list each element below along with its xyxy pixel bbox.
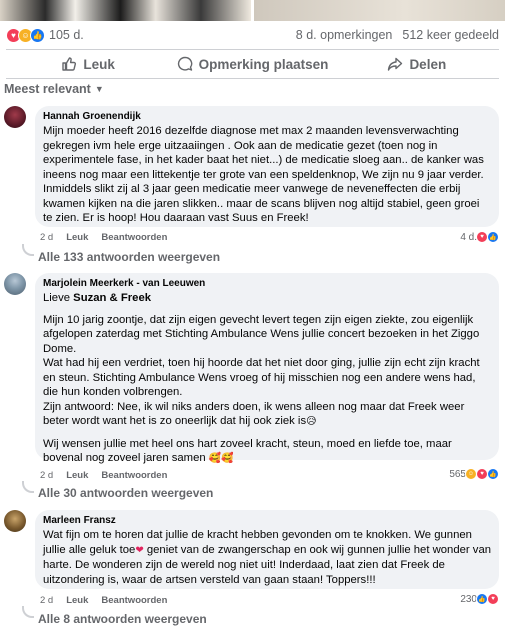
like-button[interactable]: Leuk xyxy=(6,56,170,72)
view-replies-link[interactable]: Alle 133 antwoorden weergeven xyxy=(38,250,220,264)
comment-author[interactable]: Hannah Groenendijk xyxy=(43,111,491,123)
comment-button[interactable]: Opmerking plaatsen xyxy=(170,56,334,72)
comment-timestamp[interactable]: 2 d xyxy=(40,232,53,243)
comment-reply-link[interactable]: Beantwoorden xyxy=(101,595,167,606)
comment-bubble-icon xyxy=(177,56,192,71)
comment-paragraph: Zijn antwoord: Nee, ik wil niks anders d… xyxy=(43,400,491,430)
view-replies-label: Alle 133 antwoorden weergeven xyxy=(38,250,221,264)
thread-connector xyxy=(22,244,34,256)
share-arrow-icon xyxy=(388,57,403,71)
share-button[interactable]: Delen xyxy=(335,56,499,72)
like-reaction-icon: 👍 xyxy=(487,468,499,480)
hearts-face-icon: 🥰🥰 xyxy=(208,453,234,464)
comment-reaction-count: 565 xyxy=(449,468,466,480)
comment-sort-dropdown[interactable]: Meest relevant ▼ xyxy=(4,82,104,96)
like-button-label: Leuk xyxy=(83,56,115,72)
comment-reaction-count: 4 d. xyxy=(460,231,477,243)
share-button-label: Delen xyxy=(409,56,447,72)
comment-author[interactable]: Marleen Fransz xyxy=(43,515,491,527)
comment-reactions[interactable]: 230 👍 ♥ xyxy=(460,593,499,605)
reaction-summary: ♥ ☺ 👍 105 d. 8 d. opmerkingen 512 keer g… xyxy=(6,26,499,44)
shares-count[interactable]: 512 keer gedeeld xyxy=(402,28,499,42)
chevron-down-icon: ▼ xyxy=(94,84,104,94)
comment-reply-link[interactable]: Beantwoorden xyxy=(101,232,167,243)
comment-like-link[interactable]: Leuk xyxy=(66,470,88,481)
comment-like-link[interactable]: Leuk xyxy=(66,595,88,606)
view-replies-label: Alle 8 antwoorden weergeven xyxy=(38,612,207,626)
post-image-strip[interactable] xyxy=(0,0,505,21)
thumbs-up-icon xyxy=(62,57,77,71)
mention-names[interactable]: Suzan & Freek xyxy=(73,292,151,304)
comment-bubble: Marleen Fransz Wat fijn om te horen dat … xyxy=(35,510,499,589)
view-replies-label: Alle 30 antwoorden weergeven xyxy=(38,486,214,500)
comment-timestamp[interactable]: 2 d xyxy=(40,470,53,481)
comment-text: Lieve Suzan & Freek Mijn 10 jarig zoontj… xyxy=(43,291,491,467)
greeting-prefix: Lieve xyxy=(43,292,74,304)
like-reaction-icon: 👍 xyxy=(30,27,45,43)
comment-item: Marjolein Meerkerk - van Leeuwen Lieve S… xyxy=(4,273,499,503)
comment-paragraph: Wat had hij een verdriet, toen hij hoord… xyxy=(43,357,480,398)
comment-bubble: Marjolein Meerkerk - van Leeuwen Lieve S… xyxy=(35,273,499,464)
comment-paragraph: Wij wensen jullie met heel ons hart zove… xyxy=(43,437,491,467)
comment-greeting: Lieve Suzan & Freek xyxy=(43,291,491,306)
comment-reaction-count: 230 xyxy=(460,593,477,605)
comment-bubble: Hannah Groenendijk Mijn moeder heeft 201… xyxy=(35,106,499,227)
comment-text: Wat fijn om te horen dat jullie de krach… xyxy=(43,528,491,587)
sort-label: Meest relevant xyxy=(4,82,91,96)
thread-connector xyxy=(22,481,34,493)
comment-paragraph-text: Wij wensen jullie met heel ons hart zove… xyxy=(43,437,452,465)
comment-item: Marleen Fransz Wat fijn om te horen dat … xyxy=(4,510,499,632)
comment-text: Mijn moeder heeft 2016 dezelfde diagnose… xyxy=(43,125,484,224)
view-replies-link[interactable]: Alle 8 antwoorden weergeven xyxy=(38,612,207,626)
comment-like-link[interactable]: Leuk xyxy=(66,232,88,243)
comment-meta: 2 d Leuk Beantwoorden xyxy=(40,595,167,606)
post-action-bar: Leuk Opmerking plaatsen Delen xyxy=(6,49,499,79)
love-reaction-icon: ♥ xyxy=(487,593,499,605)
heart-icon: ❤ xyxy=(135,544,144,556)
thread-connector xyxy=(22,606,34,618)
comment-paragraph: Mijn 10 jarig zoontje, dat zijn eigen ge… xyxy=(43,313,480,355)
comment-timestamp[interactable]: 2 d xyxy=(40,595,53,606)
comment-item: Hannah Groenendijk Mijn moeder heeft 201… xyxy=(4,106,499,268)
view-replies-link[interactable]: Alle 30 antwoorden weergeven xyxy=(38,486,213,500)
reaction-count[interactable]: 105 d. xyxy=(49,28,84,42)
comment-button-label: Opmerking plaatsen xyxy=(198,56,329,72)
like-reaction-icon: 👍 xyxy=(487,231,499,243)
comments-count[interactable]: 8 d. opmerkingen xyxy=(296,28,393,42)
comment-meta: 2 d Leuk Beantwoorden xyxy=(40,232,167,243)
comment-reply-link[interactable]: Beantwoorden xyxy=(101,470,167,481)
avatar[interactable] xyxy=(4,106,26,128)
post-image-right[interactable] xyxy=(254,0,505,21)
comment-author[interactable]: Marjolein Meerkerk - van Leeuwen xyxy=(43,278,491,290)
post-image-left[interactable] xyxy=(0,0,251,21)
avatar[interactable] xyxy=(4,510,26,532)
sad-face-icon: 😥 xyxy=(306,416,317,427)
comment-meta: 2 d Leuk Beantwoorden xyxy=(40,470,167,481)
reaction-icons[interactable]: ♥ ☺ 👍 xyxy=(6,27,45,43)
comment-reactions[interactable]: 4 d. ♥ 👍 xyxy=(460,231,499,243)
avatar[interactable] xyxy=(4,273,26,295)
comment-reactions[interactable]: 565 ☺ ♥ 👍 xyxy=(449,468,499,480)
comment-paragraph-text: Zijn antwoord: Nee, ik wil niks anders d… xyxy=(43,400,465,428)
